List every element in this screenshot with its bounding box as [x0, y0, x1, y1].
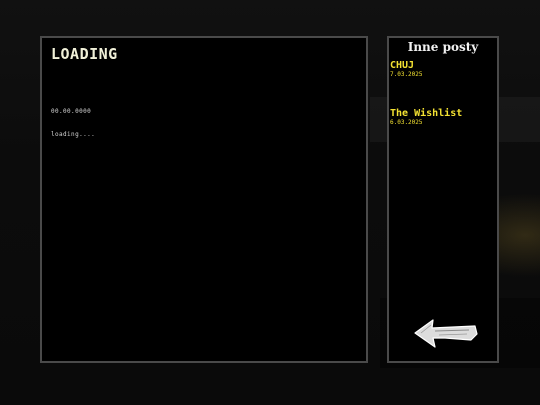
- post-link-title[interactable]: CHUJ: [390, 60, 423, 71]
- post-link-date: 6.03.2025: [390, 119, 423, 126]
- post-content-panel: LOADING 00.00.0000 loading....: [40, 36, 368, 363]
- post-body-text: loading....: [51, 131, 96, 138]
- post-link-date: 7.03.2025: [390, 71, 423, 78]
- post-link-item[interactable]: CHUJ 7.03.2025: [390, 60, 423, 78]
- other-posts-sidebar: Inne posty CHUJ 7.03.2025 The Wishlist 6…: [387, 36, 499, 363]
- sidebar-title: Inne posty: [407, 40, 479, 54]
- post-link-title[interactable]: The Wishlist: [390, 108, 462, 119]
- post-date: 00.00.0000: [51, 108, 92, 115]
- post-link-item[interactable]: The Wishlist 6.03.2025: [390, 108, 462, 126]
- post-title: LOADING: [51, 45, 118, 63]
- back-arrow-icon[interactable]: [409, 314, 481, 350]
